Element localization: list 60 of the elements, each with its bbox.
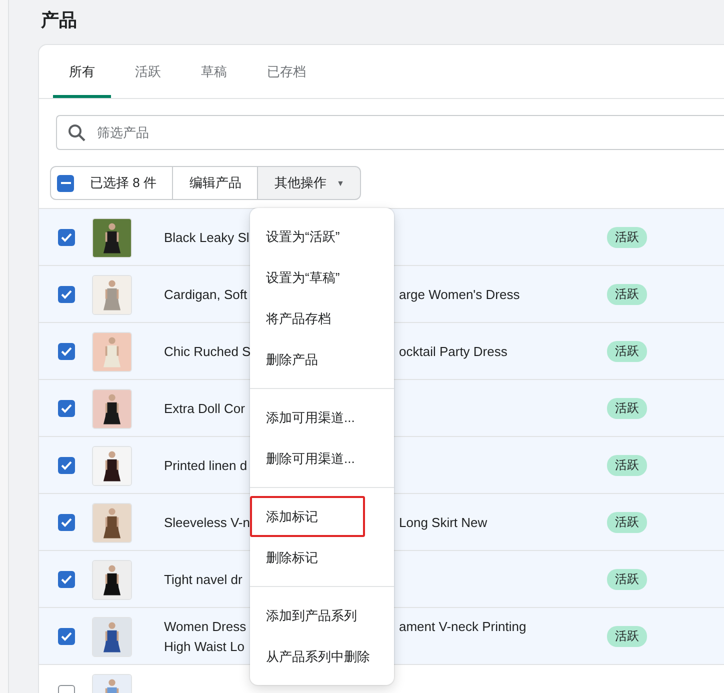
check-icon	[61, 518, 72, 527]
menu-item[interactable]: 删除可用渠道...	[250, 438, 394, 479]
status-badge: 活跃	[607, 512, 647, 533]
check-icon	[61, 347, 72, 356]
menu-item[interactable]: 添加到产品系列	[250, 595, 394, 636]
product-name: Printed linen d	[164, 456, 248, 474]
status-badge: 活跃	[607, 626, 647, 647]
product-name: ocktail Party Dress	[399, 342, 508, 361]
selection-count: 已选择 8 件	[90, 174, 156, 192]
check-icon	[61, 632, 72, 641]
product-name: Tight navel dr	[164, 570, 244, 589]
tab[interactable]: 所有	[53, 45, 111, 98]
checkbox[interactable]	[58, 628, 75, 645]
minus-icon	[60, 182, 70, 184]
checkbox[interactable]	[58, 457, 75, 474]
menu-item[interactable]: 添加标记	[250, 496, 365, 537]
search-field[interactable]: 筛选产品	[56, 115, 724, 150]
checkbox[interactable]	[58, 229, 75, 246]
menu-item[interactable]: 设置为“活跃”	[250, 216, 394, 257]
menu-item[interactable]: 设置为“草稿”	[250, 257, 394, 298]
product-name: ament V-neck Printing	[399, 618, 526, 636]
checkbox[interactable]	[58, 400, 75, 417]
edit-button[interactable]: 编辑产品	[173, 166, 258, 200]
product-name: Women Dress High Waist Lo	[164, 618, 248, 656]
check-icon	[61, 404, 72, 413]
product-name: Extra Doll Cor	[164, 400, 246, 418]
status-badge: 活跃	[607, 569, 647, 590]
more-actions-button[interactable]: 其他操作 ▼	[258, 166, 362, 200]
check-icon	[61, 575, 72, 584]
product-name: Chic Ruched S	[164, 342, 251, 360]
menu-item[interactable]: 删除产品	[250, 339, 394, 380]
product-name: Sleeveless V-n	[164, 514, 251, 532]
checkbox[interactable]	[58, 286, 75, 303]
status-badge: 活跃	[607, 455, 647, 476]
product-name: arge Women's Dress	[399, 286, 520, 304]
checkbox[interactable]	[58, 571, 75, 588]
menu-item[interactable]: 删除标记	[250, 537, 394, 578]
status-badge: 活跃	[607, 398, 647, 419]
menu-item[interactable]: 从产品系列中删除	[250, 636, 394, 677]
check-icon	[61, 233, 72, 242]
checkbox[interactable]	[58, 514, 75, 531]
menu-item[interactable]: 添加可用渠道...	[250, 397, 394, 438]
status-badge: 活跃	[607, 284, 647, 305]
checkbox[interactable]	[58, 343, 75, 360]
tab[interactable]: 活跃	[119, 45, 177, 98]
tab[interactable]: 草稿	[185, 45, 243, 98]
check-icon	[61, 290, 72, 299]
menu-item[interactable]: 将产品存档	[250, 298, 394, 339]
product-name: Long Skirt New	[399, 514, 488, 532]
page-title: 产品	[41, 9, 78, 32]
status-badge: 活跃	[607, 227, 647, 248]
product-name: Black Leaky Sl	[164, 228, 250, 247]
search-icon	[68, 124, 86, 142]
caret-icon: ▼	[336, 178, 344, 188]
status-badge: 活跃	[607, 341, 647, 362]
checkbox[interactable]	[57, 174, 74, 192]
product-name: Cardigan, Soft	[164, 286, 248, 304]
select-all-control[interactable]: 已选择 8 件	[50, 166, 174, 200]
tab[interactable]: 已存档	[251, 45, 322, 98]
check-icon	[61, 461, 72, 470]
